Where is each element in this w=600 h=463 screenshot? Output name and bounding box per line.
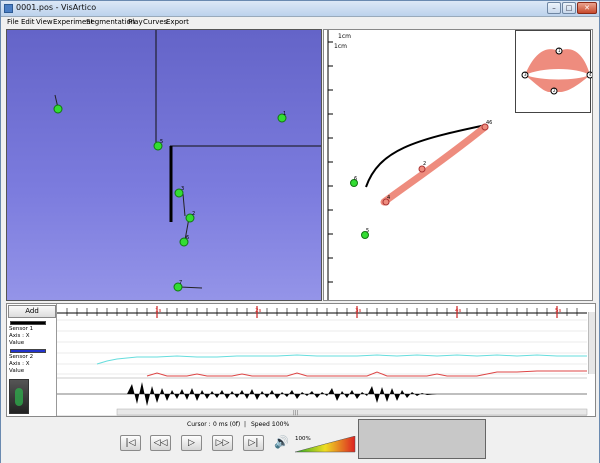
menu-play[interactable]: Play: [128, 18, 143, 26]
sensor1-name: Sensor 1: [9, 326, 34, 332]
sensor1-curve: [96, 354, 587, 365]
speed-label: Speed :: [251, 421, 274, 428]
time-tick-label: 2s: [255, 308, 261, 314]
3d-scene: 5 1 3 2 6 7: [53, 30, 321, 292]
app-icon: [4, 4, 13, 13]
trajectory-curve: [365, 124, 487, 188]
sensor-label: 7: [179, 280, 182, 286]
sensor1-axis: Axis : X: [9, 333, 30, 339]
tongue-contour: [380, 123, 489, 206]
sensor2-color-swatch[interactable]: [10, 349, 46, 353]
sensor-label: 6: [186, 235, 189, 241]
sensor1-color-swatch[interactable]: [10, 321, 46, 325]
sensor2-axis: Axis : X: [9, 361, 30, 367]
lips-view[interactable]: 1 2 3 4: [515, 30, 594, 113]
sensor2-value: Value: [9, 368, 25, 374]
sensor-side-panel: Add Sensor 1 Axis : X Value Sensor 2 Axi…: [7, 304, 57, 416]
minimize-button[interactable]: –: [547, 2, 561, 14]
video-preview: [358, 419, 486, 459]
menu-file[interactable]: File: [7, 18, 19, 26]
close-button[interactable]: ✕: [577, 2, 597, 14]
horizontal-scrollbar[interactable]: [116, 408, 588, 416]
thumbnail-image: [15, 388, 23, 406]
menu-view[interactable]: View: [36, 18, 53, 26]
menu-curves[interactable]: Curves: [143, 18, 167, 26]
playback-controls: Cursor : 0 ms (0f) | Speed : 100% |◁ ◁◁ …: [1, 418, 599, 463]
volume-ramp: [295, 436, 356, 453]
menu-bar: File Edit View Experiment Segmentation P…: [1, 17, 599, 28]
point-label: 2: [423, 161, 426, 167]
audio-waveform: [127, 382, 437, 406]
speaker-icon[interactable]: 🔊: [274, 435, 289, 449]
point-label: 5: [366, 228, 369, 234]
sensor-label: 3: [181, 186, 184, 192]
3d-sensor-view[interactable]: 5 1 3 2 6 7: [6, 29, 322, 301]
skip-to-start-button[interactable]: |◁: [120, 435, 141, 451]
lips-shape: 1 2 3 4: [521, 47, 594, 95]
add-button[interactable]: Add: [8, 305, 56, 318]
sensor2-curve: [146, 370, 587, 377]
point-label: 4: [387, 195, 390, 201]
video-thumbnail[interactable]: [9, 379, 29, 414]
scale-label-top: 1cm: [338, 33, 351, 40]
rewind-button[interactable]: ◁◁: [150, 435, 171, 451]
maximize-button[interactable]: □: [562, 2, 576, 14]
title-bar: 0001.pos - VisArtico – □ ✕: [1, 1, 599, 17]
sensor-label: 1: [283, 111, 286, 117]
menu-edit[interactable]: Edit: [21, 18, 35, 26]
cursor-value: 0 ms (0f): [213, 421, 241, 428]
sensor-label: 5: [160, 139, 163, 145]
vertical-scrollbar[interactable]: [588, 312, 595, 374]
cursor-label: Cursor :: [187, 421, 211, 428]
scale-label-left: 1cm: [334, 43, 347, 50]
time-tick-label: 1s: [155, 308, 161, 314]
fast-forward-button[interactable]: ▷▷: [212, 435, 233, 451]
skip-to-end-button[interactable]: ▷|: [243, 435, 264, 451]
speed-value: 100%: [272, 421, 290, 428]
point-label: 6: [354, 176, 357, 182]
status-separator: |: [244, 421, 247, 428]
sensor1-value: Value: [9, 340, 25, 346]
play-button[interactable]: ▷: [181, 435, 202, 451]
sensor2-name: Sensor 2: [9, 354, 34, 360]
window-title: 0001.pos - VisArtico: [16, 3, 97, 12]
point-label: 46: [486, 120, 492, 126]
timeline-panel[interactable]: Add Sensor 1 Axis : X Value Sensor 2 Axi…: [6, 303, 596, 417]
menu-export[interactable]: Export: [166, 18, 189, 26]
time-tick-label: 3s: [355, 308, 361, 314]
scrollbar-grip[interactable]: |||: [293, 410, 298, 416]
sensor-label: 2: [192, 211, 195, 217]
app-window: 0001.pos - VisArtico – □ ✕ File Edit Vie…: [0, 0, 600, 463]
time-tick-label: 4s: [455, 308, 461, 314]
signal-timeline[interactable]: 1s 2s 3s 4s 5s 97 93 89 85 81 77 |||: [57, 304, 595, 416]
time-tick-label: 5s: [555, 308, 561, 314]
volume-slider[interactable]: [295, 436, 357, 453]
